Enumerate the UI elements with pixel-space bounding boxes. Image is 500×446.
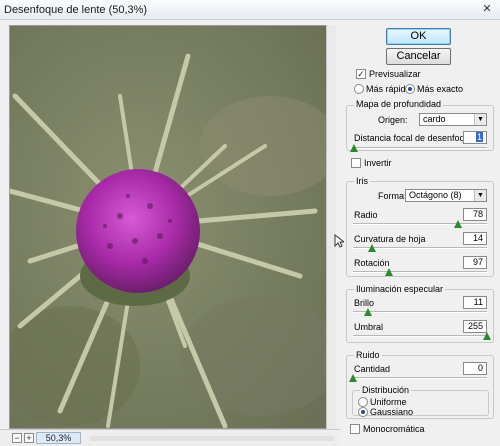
curvature-label: Curvatura de hoja bbox=[354, 234, 426, 244]
cancel-button[interactable]: Cancelar bbox=[386, 48, 451, 65]
threshold-label: Umbral bbox=[354, 322, 384, 332]
rotation-label: Rotación bbox=[354, 258, 390, 268]
monochromatic-label: Monocromática bbox=[363, 424, 425, 434]
brightness-thumb[interactable] bbox=[363, 308, 372, 316]
chevron-down-icon: ▼ bbox=[474, 190, 486, 201]
brightness-label: Brillo bbox=[354, 298, 375, 308]
invert-label: Invertir bbox=[364, 158, 392, 168]
radius-slider[interactable] bbox=[353, 220, 487, 229]
ok-button[interactable]: OK bbox=[386, 28, 451, 45]
radius-thumb[interactable] bbox=[453, 220, 462, 228]
specular-title: Iluminación especular bbox=[354, 284, 446, 294]
curvature-slider[interactable] bbox=[353, 244, 487, 253]
shape-select-value: Octágono (8) bbox=[409, 190, 462, 200]
window-title: Desenfoque de lente (50,3%) bbox=[4, 4, 148, 16]
focal-distance-input[interactable]: 1 bbox=[463, 131, 487, 144]
focal-distance-label: Distancia focal de desenfoque bbox=[354, 133, 475, 143]
rotation-slider[interactable] bbox=[353, 268, 487, 277]
radius-label: Radio bbox=[354, 210, 378, 220]
distribution-title: Distribución bbox=[360, 385, 412, 395]
iris-title: Iris bbox=[354, 176, 370, 186]
preview-status-bar: − + 50,3% bbox=[0, 429, 340, 446]
shape-select[interactable]: Octágono (8) ▼ bbox=[405, 189, 487, 202]
origin-label: Origen: bbox=[378, 115, 408, 125]
amount-slider[interactable] bbox=[349, 374, 487, 383]
preview-checkbox[interactable]: ✓ bbox=[356, 69, 366, 79]
noise-title: Ruido bbox=[354, 350, 382, 360]
gaussian-label: Gaussiano bbox=[370, 407, 414, 417]
preview-scrollbar[interactable] bbox=[326, 25, 336, 429]
horizontal-scrollbar[interactable] bbox=[90, 436, 334, 441]
amount-label: Cantidad bbox=[354, 364, 391, 374]
thistle-photo bbox=[10, 26, 335, 428]
gaussian-radio[interactable] bbox=[358, 407, 368, 417]
faster-label: Más rápido bbox=[366, 84, 411, 94]
brightness-slider[interactable] bbox=[353, 308, 487, 317]
focal-distance-thumb[interactable] bbox=[350, 144, 359, 152]
zoom-in-button[interactable]: + bbox=[24, 433, 34, 443]
origin-select-value: cardo bbox=[423, 114, 446, 124]
depth-map-title: Mapa de profundidad bbox=[354, 99, 444, 109]
zoom-level: 50,3% bbox=[36, 432, 81, 444]
curvature-thumb[interactable] bbox=[367, 244, 376, 252]
close-icon[interactable]: ✕ bbox=[480, 3, 494, 16]
preview-label: Previsualizar bbox=[369, 69, 421, 79]
uniform-radio[interactable] bbox=[358, 397, 368, 407]
amount-thumb[interactable] bbox=[349, 374, 357, 382]
uniform-label: Uniforme bbox=[370, 397, 407, 407]
more-accurate-label: Más exacto bbox=[417, 84, 464, 94]
shape-label: Forma: bbox=[378, 191, 407, 201]
monochromatic-checkbox[interactable] bbox=[350, 424, 360, 434]
zoom-out-button[interactable]: − bbox=[12, 433, 22, 443]
faster-radio[interactable] bbox=[354, 84, 364, 94]
more-accurate-radio[interactable] bbox=[405, 84, 415, 94]
origin-select[interactable]: cardo ▼ bbox=[419, 113, 487, 126]
title-bar: Desenfoque de lente (50,3%) ✕ bbox=[0, 0, 500, 20]
focal-distance-value: 1 bbox=[475, 132, 483, 142]
invert-checkbox[interactable] bbox=[351, 158, 361, 168]
focal-distance-slider[interactable] bbox=[350, 144, 487, 153]
chevron-down-icon: ▼ bbox=[474, 114, 486, 125]
rotation-thumb[interactable] bbox=[385, 268, 394, 276]
preview-image[interactable] bbox=[9, 25, 336, 429]
threshold-slider[interactable] bbox=[353, 332, 491, 341]
cursor-icon bbox=[334, 234, 344, 248]
threshold-thumb[interactable] bbox=[483, 332, 491, 340]
